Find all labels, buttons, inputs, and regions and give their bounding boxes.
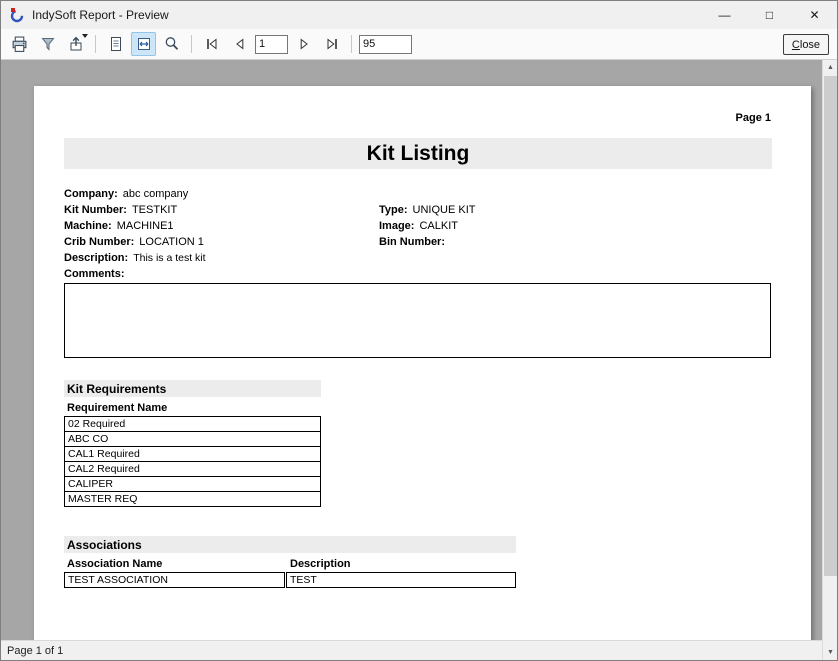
window-title: IndySoft Report - Preview — [32, 8, 169, 22]
table-row: CAL1 Required — [64, 446, 321, 462]
titlebar: IndySoft Report - Preview — □ ✕ — [1, 1, 837, 29]
preview-area: Page 1 Kit Listing Company:abc company K… — [1, 60, 822, 640]
scroll-down-icon[interactable]: ▼ — [823, 645, 838, 660]
table-row: CALIPER — [64, 476, 321, 492]
report-title: Kit Listing — [367, 142, 470, 166]
print-button[interactable] — [7, 32, 32, 56]
toolbar-separator — [191, 35, 192, 53]
status-page-text: Page 1 of 1 — [7, 645, 63, 657]
close-button[interactable]: Close — [783, 34, 829, 55]
zoom-button[interactable] — [159, 32, 184, 56]
statusbar: Page 1 of 1 — [1, 640, 822, 660]
description-column-header: Description — [290, 558, 351, 570]
export-icon — [68, 36, 84, 52]
toolbar-separator — [351, 35, 352, 53]
next-page-icon — [296, 36, 312, 52]
association-name-column-header: Association Name — [67, 558, 162, 570]
minimize-button[interactable]: — — [702, 1, 747, 29]
filter-button[interactable] — [35, 32, 60, 56]
previous-page-icon — [232, 36, 248, 52]
app-logo-icon — [9, 7, 25, 23]
field-kit-number: Kit Number:TESTKIT — [64, 204, 177, 216]
association-name-cell: TEST ASSOCIATION — [64, 572, 285, 588]
kit-requirements-section-header: Kit Requirements — [64, 380, 321, 397]
page-width-view-button[interactable] — [131, 32, 156, 56]
previous-page-button[interactable] — [227, 32, 252, 56]
table-row: TEST ASSOCIATION TEST — [64, 572, 516, 588]
field-bin-number: Bin Number: — [379, 236, 450, 248]
page-number-input[interactable] — [255, 35, 288, 54]
requirement-name-column-header: Requirement Name — [67, 402, 167, 414]
table-row: CAL2 Required — [64, 461, 321, 477]
field-crib-number: Crib Number:LOCATION 1 — [64, 236, 204, 248]
field-company: Company:abc company — [64, 188, 188, 200]
kit-requirements-table: 02 Required ABC CO CAL1 Required CAL2 Re… — [64, 416, 321, 507]
export-dropdown-arrow-icon[interactable] — [82, 34, 88, 38]
scroll-up-icon[interactable]: ▲ — [823, 60, 838, 75]
table-row: 02 Required — [64, 416, 321, 432]
close-window-button[interactable]: ✕ — [792, 1, 837, 29]
printer-icon — [11, 36, 28, 53]
scrollbar-thumb[interactable] — [824, 76, 837, 576]
field-image: Image:CALKIT — [379, 220, 458, 232]
window-controls: — □ ✕ — [702, 1, 837, 29]
table-row: ABC CO — [64, 431, 321, 447]
maximize-button[interactable]: □ — [747, 1, 792, 29]
field-type: Type:UNIQUE KIT — [379, 204, 475, 216]
associations-section-header: Associations — [64, 536, 516, 553]
table-row: MASTER REQ — [64, 491, 321, 507]
first-page-button[interactable] — [199, 32, 224, 56]
toolbar: Close — [1, 29, 837, 60]
comments-box — [64, 283, 771, 358]
first-page-icon — [204, 36, 220, 52]
last-page-icon — [324, 36, 340, 52]
association-description-cell: TEST — [286, 572, 516, 588]
field-description: Description:This is a test kit — [64, 252, 206, 264]
vertical-scrollbar[interactable]: ▲ ▼ — [822, 60, 837, 660]
document-view-icon — [108, 36, 124, 52]
report-page: Page 1 Kit Listing Company:abc company K… — [34, 86, 811, 640]
report-title-band: Kit Listing — [64, 138, 772, 169]
report-preview-window: IndySoft Report - Preview — □ ✕ — [0, 0, 838, 661]
toolbar-separator — [95, 35, 96, 53]
filter-icon — [40, 36, 56, 52]
whole-page-view-button[interactable] — [103, 32, 128, 56]
field-machine: Machine:MACHINE1 — [64, 220, 174, 232]
zoom-level-input[interactable] — [359, 35, 412, 54]
next-page-button[interactable] — [291, 32, 316, 56]
page-width-icon — [136, 36, 152, 52]
last-page-button[interactable] — [319, 32, 344, 56]
page-number-label: Page 1 — [736, 112, 771, 124]
field-comments-label: Comments: — [64, 268, 125, 280]
export-button[interactable] — [63, 32, 88, 56]
magnifier-icon — [164, 36, 180, 52]
